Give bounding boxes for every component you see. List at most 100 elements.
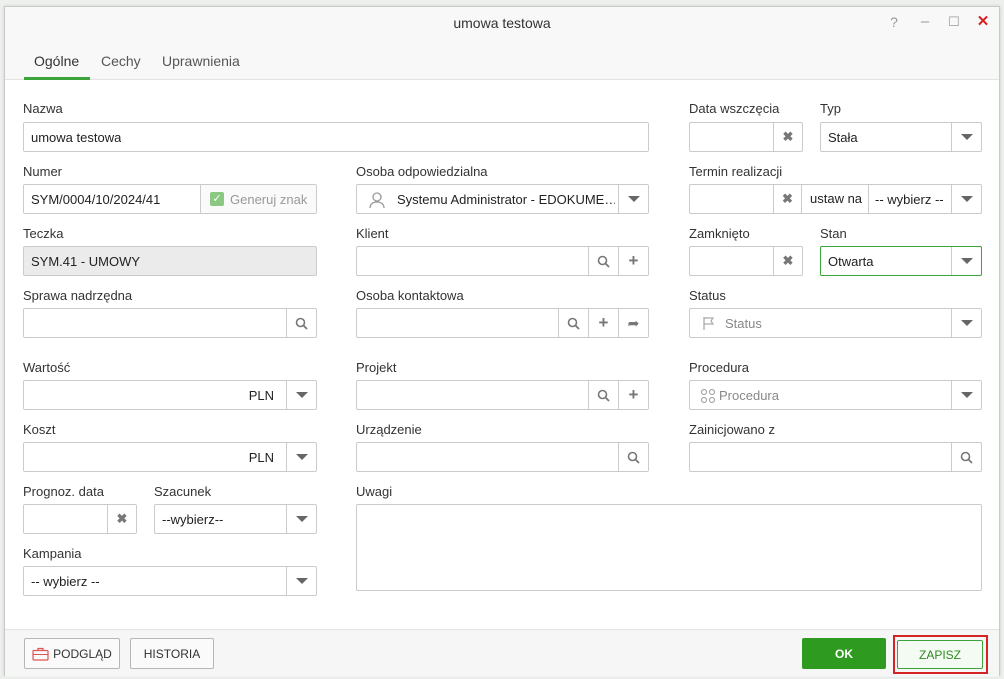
koszt-currency: PLN <box>248 450 274 465</box>
checkbox-icon: ✓ <box>210 192 224 206</box>
tab-ogolne[interactable]: Ogólne <box>34 53 79 69</box>
nazwa-input[interactable]: umowa testowa <box>23 122 649 152</box>
teczka-input: SYM.41 - UMOWY <box>23 246 317 276</box>
koszt-input[interactable]: PLN <box>23 442 317 472</box>
termin-preset-value: -- wybierz -- <box>875 191 944 207</box>
search-icon[interactable] <box>558 309 588 337</box>
chevron-down-icon[interactable] <box>286 443 316 471</box>
chevron-down-icon[interactable] <box>951 185 981 213</box>
data-wszczecia-input[interactable]: ✖ <box>689 122 803 152</box>
clear-icon[interactable]: ✖ <box>773 123 802 151</box>
zainicjowano-z-input[interactable] <box>689 442 982 472</box>
forward-arrow-icon[interactable]: ➦ <box>618 309 648 337</box>
osoba-kontaktowa-label: Osoba kontaktowa <box>356 288 464 303</box>
projekt-label: Projekt <box>356 360 397 375</box>
klient-input[interactable]: + <box>356 246 649 276</box>
title-bar: umowa testowa ? – ☐ ✕ <box>5 7 999 41</box>
search-icon[interactable] <box>588 381 618 409</box>
stan-label: Stan <box>820 226 847 241</box>
termin-preset-select[interactable]: -- wybierz -- <box>868 185 951 213</box>
tab-cechy[interactable]: Cechy <box>101 53 141 69</box>
save-label: ZAPISZ <box>918 647 961 662</box>
szacunek-select[interactable]: --wybierz-- <box>154 504 317 534</box>
clear-icon[interactable]: ✖ <box>773 247 802 275</box>
chevron-down-icon[interactable] <box>951 381 981 409</box>
prognoz-data-input[interactable]: ✖ <box>23 504 137 534</box>
klient-label: Klient <box>356 226 389 241</box>
sprawa-nadrzedna-label: Sprawa nadrzędna <box>23 288 133 303</box>
status-select[interactable]: Status <box>689 308 982 338</box>
numer-label: Numer <box>23 164 63 179</box>
termin-realizacji-input[interactable]: ✖ ustaw na -- wybierz -- <box>689 184 982 214</box>
minimize-icon[interactable]: – <box>916 13 934 31</box>
chevron-down-icon[interactable] <box>286 381 316 409</box>
szacunek-label: Szacunek <box>154 484 212 499</box>
wartosc-currency: PLN <box>248 388 274 403</box>
clear-icon[interactable]: ✖ <box>107 505 136 533</box>
status-label: Status <box>689 288 726 303</box>
zainicjowano-z-label: Zainicjowano z <box>689 422 775 437</box>
add-icon[interactable]: + <box>618 247 648 275</box>
flag-icon <box>703 317 715 330</box>
dialog-footer: PODGLĄD HISTORIA OK ZAPISZ <box>5 629 999 677</box>
briefcase-icon <box>32 647 49 661</box>
chevron-down-icon[interactable] <box>618 185 648 213</box>
chevron-down-icon[interactable] <box>286 505 316 533</box>
ok-button[interactable]: OK <box>802 638 886 669</box>
urzadzenie-label: Urządzenie <box>356 422 422 437</box>
uwagi-textarea[interactable] <box>356 504 982 591</box>
zamknieto-label: Zamknięto <box>689 226 750 241</box>
osoba-odpowiedzialna-label: Osoba odpowiedzialna <box>356 164 488 179</box>
chevron-down-icon[interactable] <box>951 309 981 337</box>
chevron-down-icon[interactable] <box>951 123 981 151</box>
termin-realizacji-label: Termin realizacji <box>689 164 783 179</box>
osoba-kontaktowa-input[interactable]: + ➦ <box>356 308 649 338</box>
procedura-select[interactable]: Procedura <box>689 380 982 410</box>
generate-number-button[interactable]: ✓ Generuj znak <box>200 185 316 213</box>
numer-input[interactable]: SYM/0004/10/2024/41 ✓ Generuj znak <box>23 184 317 214</box>
sprawa-nadrzedna-input[interactable] <box>23 308 317 338</box>
add-icon[interactable]: + <box>618 381 648 409</box>
stan-value: Otwarta <box>828 254 874 269</box>
user-icon <box>369 192 385 209</box>
clear-icon[interactable]: ✖ <box>773 185 802 213</box>
window-title: umowa testowa <box>453 15 551 31</box>
zamknieto-input[interactable]: ✖ <box>689 246 803 276</box>
search-icon[interactable] <box>951 443 981 471</box>
typ-label: Typ <box>820 101 841 116</box>
kampania-value: -- wybierz -- <box>31 574 100 589</box>
tab-bar: Ogólne Cechy Uprawnienia <box>5 41 999 80</box>
koszt-label: Koszt <box>23 422 56 437</box>
search-icon[interactable] <box>588 247 618 275</box>
osoba-odpowiedzialna-value: Systemu Administrator - EDOKUME… <box>397 192 615 207</box>
typ-select[interactable]: Stała <box>820 122 982 152</box>
close-icon[interactable]: ✕ <box>974 13 992 31</box>
numer-value: SYM/0004/10/2024/41 <box>31 192 161 207</box>
chevron-down-icon[interactable] <box>951 247 981 275</box>
generate-label: Generuj znak <box>230 191 308 207</box>
search-icon[interactable] <box>618 443 648 471</box>
wartosc-input[interactable]: PLN <box>23 380 317 410</box>
chevron-down-icon[interactable] <box>286 567 316 595</box>
active-tab-indicator <box>24 77 90 80</box>
history-button[interactable]: HISTORIA <box>130 638 214 669</box>
teczka-label: Teczka <box>23 226 64 241</box>
help-icon[interactable]: ? <box>885 13 903 31</box>
osoba-odpowiedzialna-select[interactable]: Systemu Administrator - EDOKUME… <box>356 184 649 214</box>
stan-select[interactable]: Otwarta <box>820 246 982 276</box>
tab-uprawnienia[interactable]: Uprawnienia <box>162 53 240 69</box>
szacunek-value: --wybierz-- <box>162 512 224 527</box>
kampania-select[interactable]: -- wybierz -- <box>23 566 317 596</box>
add-icon[interactable]: + <box>588 309 618 337</box>
projekt-input[interactable]: + <box>356 380 649 410</box>
procedura-label: Procedura <box>689 360 749 375</box>
search-icon[interactable] <box>286 309 316 337</box>
urzadzenie-input[interactable] <box>356 442 649 472</box>
preview-button[interactable]: PODGLĄD <box>24 638 120 669</box>
ustaw-na-label: ustaw na <box>810 191 863 206</box>
procedure-icon <box>700 388 716 404</box>
prognoz-data-label: Prognoz. data <box>23 484 104 499</box>
nazwa-value: umowa testowa <box>31 130 122 145</box>
maximize-icon[interactable]: ☐ <box>945 13 963 31</box>
save-button[interactable]: ZAPISZ <box>897 640 983 669</box>
